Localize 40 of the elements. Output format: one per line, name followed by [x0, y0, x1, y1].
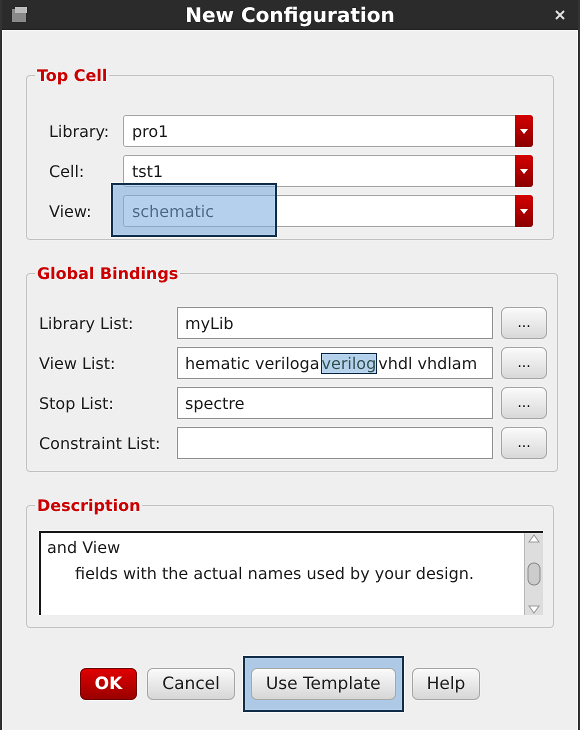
- browse-button[interactable]: ...: [501, 427, 547, 459]
- scroll-thumb-icon[interactable]: [527, 562, 541, 586]
- field-label: Library:: [49, 122, 110, 140]
- combo-box[interactable]: pro1: [123, 115, 533, 147]
- input-field[interactable]: myLib: [177, 307, 493, 339]
- caret-icon: [520, 208, 528, 214]
- browse-button[interactable]: ...: [501, 307, 547, 339]
- dropdown-button[interactable]: [515, 115, 533, 147]
- description-text-area[interactable]: and View fields with the actual names used by your design.: [39, 531, 543, 615]
- group-title: Top Cell: [36, 66, 108, 85]
- field-label: Stop List:: [39, 394, 115, 412]
- window-title: New Configuration: [185, 3, 395, 27]
- dialog-button[interactable]: Help: [412, 668, 480, 700]
- scroll-up-icon[interactable]: [528, 533, 540, 543]
- description-line: and View: [47, 537, 122, 559]
- group-title: Global Bindings: [36, 264, 180, 283]
- dialog-button[interactable]: Use Template: [250, 668, 396, 700]
- field-label: View List:: [39, 354, 116, 372]
- input-field[interactable]: [177, 427, 493, 459]
- field-label: View:: [49, 202, 92, 220]
- caret-icon: [520, 168, 528, 174]
- caret-icon: [520, 128, 528, 134]
- scroll-down-icon[interactable]: [528, 605, 540, 615]
- group-title: Description: [36, 496, 142, 515]
- browse-button[interactable]: ...: [501, 387, 547, 419]
- scrollbar[interactable]: [524, 533, 543, 615]
- dialog-button[interactable]: Cancel: [147, 668, 235, 700]
- field-label: Library List:: [39, 314, 134, 332]
- dropdown-button[interactable]: [515, 195, 533, 227]
- dropdown-button[interactable]: [515, 155, 533, 187]
- browse-button[interactable]: ...: [501, 347, 547, 379]
- app-icon: [10, 5, 30, 25]
- field-label: Cell:: [49, 162, 86, 180]
- input-field[interactable]: hematic veriloga verilog vhdl vhdlam: [177, 347, 493, 379]
- combo-box[interactable]: tst1: [123, 155, 533, 187]
- description-line: fields with the actual names used by your design.: [74, 563, 475, 585]
- dialog-button[interactable]: OK: [80, 668, 138, 700]
- input-field[interactable]: spectre: [177, 387, 493, 419]
- close-icon[interactable]: [554, 9, 566, 21]
- field-label: Constraint List:: [39, 434, 162, 452]
